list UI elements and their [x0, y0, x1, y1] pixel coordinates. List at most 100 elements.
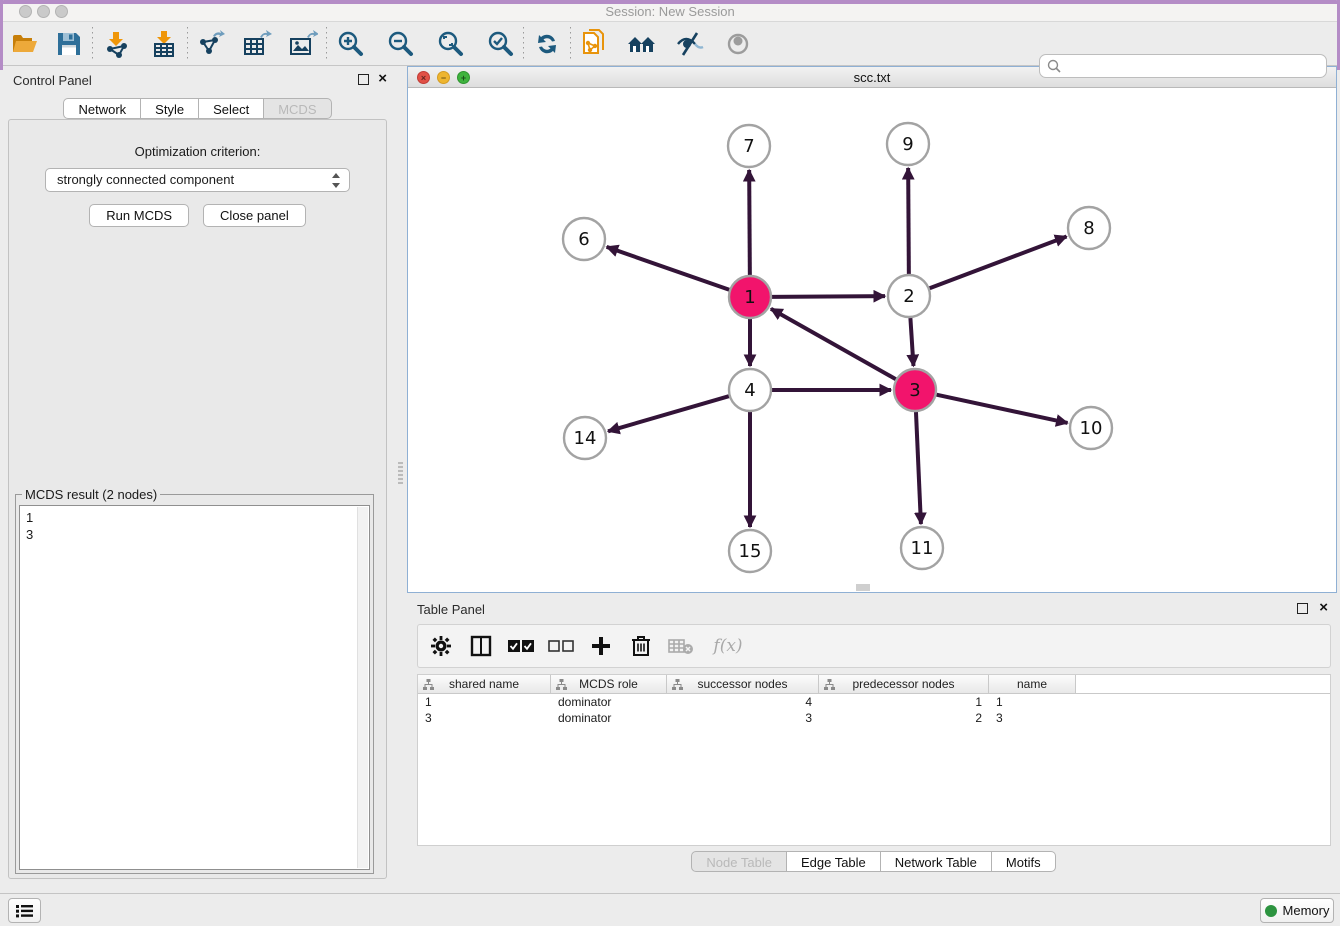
table-row[interactable]: 1dominator411 — [418, 694, 1330, 710]
memory-button[interactable]: Memory — [1260, 898, 1334, 923]
tab-style[interactable]: Style — [141, 98, 199, 119]
table-panel: Table Panel × f(x) shared nameMCDS roles… — [407, 595, 1340, 893]
table-cell[interactable]: 3 — [989, 710, 1076, 726]
refresh-icon[interactable] — [530, 27, 564, 61]
import-table-icon[interactable] — [147, 27, 181, 61]
function-builder-icon[interactable]: f(x) — [708, 633, 748, 659]
table-cell[interactable]: 4 — [667, 694, 819, 710]
tab-edge-table[interactable]: Edge Table — [787, 851, 881, 872]
panel-splitter[interactable] — [395, 66, 407, 893]
table-tabs: Node TableEdge TableNetwork TableMotifs — [407, 851, 1340, 872]
settings-gear-icon[interactable] — [428, 633, 454, 659]
graph-edge-2-8[interactable] — [930, 236, 1067, 288]
graph-node-label: 9 — [902, 134, 913, 155]
graph-edge-3-1[interactable] — [771, 309, 896, 379]
network-resize-grip[interactable] — [856, 584, 870, 591]
close-panel-button[interactable]: Close panel — [203, 204, 306, 227]
show-panels-eye-icon[interactable] — [721, 27, 755, 61]
graph-node-label: 15 — [739, 541, 762, 562]
save-icon[interactable] — [52, 27, 86, 61]
column-header-MCDS-role[interactable]: MCDS role — [551, 675, 667, 693]
graph-edge-1-7[interactable] — [749, 170, 750, 275]
result-scrollbar[interactable] — [357, 507, 368, 868]
graph-node-label: 6 — [578, 229, 589, 250]
search-icon — [1046, 58, 1062, 74]
main-toolbar — [0, 22, 1340, 66]
mcds-result-text: 1 3 — [20, 506, 369, 543]
select-all-checks-icon[interactable] — [508, 633, 534, 659]
tab-select[interactable]: Select — [199, 98, 264, 119]
zoom-out-icon[interactable] — [383, 27, 417, 61]
column-header-shared-name[interactable]: shared name — [418, 675, 551, 693]
column-header-name[interactable]: name — [989, 675, 1076, 693]
graph-edge-3-11[interactable] — [916, 412, 921, 524]
search-input[interactable] — [1062, 56, 1326, 76]
zoom-selected-icon[interactable] — [483, 27, 517, 61]
table-cell[interactable]: 2 — [819, 710, 989, 726]
mcds-result-area[interactable]: 1 3 — [19, 505, 370, 870]
table-panel-title: Table Panel — [417, 602, 485, 617]
zoom-in-icon[interactable] — [333, 27, 367, 61]
network-canvas[interactable]: 7968124314101511 — [408, 88, 1336, 592]
table-toolbar: f(x) — [417, 624, 1331, 668]
tab-motifs[interactable]: Motifs — [992, 851, 1056, 872]
table-cell[interactable]: dominator — [551, 710, 667, 726]
tab-node-table[interactable]: Node Table — [691, 851, 787, 872]
graph-edge-4-14[interactable] — [608, 396, 729, 431]
criterion-dropdown[interactable]: strongly connected component — [45, 168, 350, 192]
table-cell[interactable]: 3 — [667, 710, 819, 726]
deselect-all-checks-icon[interactable] — [548, 633, 574, 659]
network-overview-icon[interactable] — [625, 27, 659, 61]
table-close-icon[interactable]: × — [1319, 599, 1328, 616]
open-folder-icon[interactable] — [8, 27, 42, 61]
close-panel-icon[interactable]: × — [378, 70, 387, 87]
graph-node-label: 8 — [1083, 218, 1094, 239]
duplicate-network-icon[interactable] — [577, 27, 611, 61]
graph-node-label: 7 — [743, 136, 754, 157]
table-cell[interactable]: 3 — [418, 710, 551, 726]
table-cell[interactable]: dominator — [551, 694, 667, 710]
window-title: Session: New Session — [0, 4, 1340, 19]
import-network-icon[interactable] — [99, 27, 133, 61]
graph-edge-2-3[interactable] — [910, 318, 913, 366]
delete-table-icon[interactable] — [668, 633, 694, 659]
table-float-icon[interactable] — [1297, 603, 1308, 614]
column-header-predecessor-nodes[interactable]: predecessor nodes — [819, 675, 989, 693]
graph-edge-1-2[interactable] — [772, 296, 885, 297]
graph-edge-1-6[interactable] — [607, 247, 730, 290]
export-image-icon[interactable] — [286, 27, 320, 61]
network-graph: 7968124314101511 — [408, 88, 1336, 592]
run-mcds-button[interactable]: Run MCDS — [89, 204, 189, 227]
window-top-border — [0, 0, 1340, 4]
show-status-list-button[interactable] — [8, 898, 41, 923]
dropdown-stepper-icon — [331, 172, 341, 189]
add-column-icon[interactable] — [588, 633, 614, 659]
tab-network-table[interactable]: Network Table — [881, 851, 992, 872]
list-icon — [16, 904, 33, 918]
table-cell[interactable]: 1 — [989, 694, 1076, 710]
search-box[interactable] — [1039, 54, 1327, 78]
float-panel-icon[interactable] — [358, 74, 369, 85]
table-row[interactable]: 3dominator323 — [418, 710, 1330, 726]
window-left-border — [0, 0, 3, 70]
graph-node-label: 14 — [574, 428, 597, 449]
show-columns-icon[interactable] — [468, 633, 494, 659]
graph-node-label: 1 — [744, 287, 755, 308]
graph-node-label: 4 — [744, 380, 755, 401]
optimization-criterion-label: Optimization criterion: — [9, 144, 386, 159]
export-table-icon[interactable] — [240, 27, 274, 61]
zoom-fit-icon[interactable] — [433, 27, 467, 61]
graph-edge-2-9[interactable] — [908, 168, 909, 274]
table-cell[interactable]: 1 — [819, 694, 989, 710]
graph-edge-3-10[interactable] — [937, 395, 1068, 423]
delete-column-icon[interactable] — [628, 633, 654, 659]
graph-node-label: 2 — [903, 286, 914, 307]
status-bar: Memory — [0, 893, 1340, 926]
export-network-icon[interactable] — [194, 27, 228, 61]
table-cell[interactable]: 1 — [418, 694, 551, 710]
hide-panels-eye-icon[interactable] — [673, 27, 707, 61]
tab-mcds[interactable]: MCDS — [264, 98, 331, 119]
tab-network[interactable]: Network — [63, 98, 141, 119]
memory-status-dot — [1265, 905, 1277, 917]
column-header-successor-nodes[interactable]: successor nodes — [667, 675, 819, 693]
